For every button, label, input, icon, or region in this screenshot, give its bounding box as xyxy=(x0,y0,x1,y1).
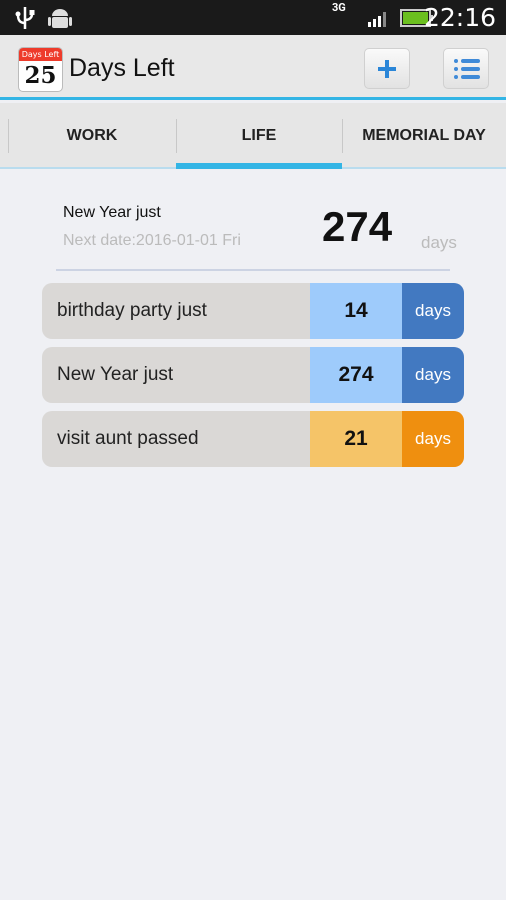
event-unit: days xyxy=(402,347,464,403)
event-row[interactable]: birthday party just 14 days xyxy=(42,283,464,339)
summary-event-name: New Year just xyxy=(63,204,161,221)
event-count: 14 xyxy=(310,283,402,339)
clock: 22:16 xyxy=(423,3,496,32)
logo-label: Days Left xyxy=(19,48,62,61)
app-title: Days Left xyxy=(69,54,175,82)
add-button[interactable] xyxy=(364,48,410,89)
event-row[interactable]: New Year just 274 days xyxy=(42,347,464,403)
tab-work[interactable]: WORK xyxy=(8,103,176,169)
divider xyxy=(56,269,450,271)
usb-icon xyxy=(15,7,35,29)
android-debug-icon xyxy=(48,9,72,28)
event-unit: days xyxy=(402,411,464,467)
signal-icon xyxy=(368,12,386,27)
event-count: 274 xyxy=(310,347,402,403)
event-unit: days xyxy=(402,283,464,339)
3g-icon: 3G xyxy=(332,1,346,14)
event-row[interactable]: visit aunt passed 21 days xyxy=(42,411,464,467)
event-name: visit aunt passed xyxy=(57,428,199,449)
app-logo: Days Left 25 xyxy=(18,47,63,92)
event-name: birthday party just xyxy=(57,300,207,321)
status-bar: 3G 22:16 xyxy=(0,0,506,35)
summary-unit: days xyxy=(421,233,457,252)
logo-number: 25 xyxy=(24,62,57,89)
action-bar: Days Left 25 Days Left xyxy=(0,35,506,100)
event-count: 21 xyxy=(310,411,402,467)
event-name: New Year just xyxy=(57,364,174,385)
list-button[interactable] xyxy=(443,48,489,89)
tab-bar: WORK LIFE MEMORIAL DAY xyxy=(0,103,506,169)
plus-icon xyxy=(378,60,396,78)
tab-memorial-day[interactable]: MEMORIAL DAY xyxy=(342,103,506,169)
summary-count: 274 xyxy=(322,203,393,250)
tab-life[interactable]: LIFE xyxy=(176,103,342,169)
list-icon xyxy=(454,59,480,79)
summary-next-date: Next date:2016-01-01 Fri xyxy=(63,232,241,249)
